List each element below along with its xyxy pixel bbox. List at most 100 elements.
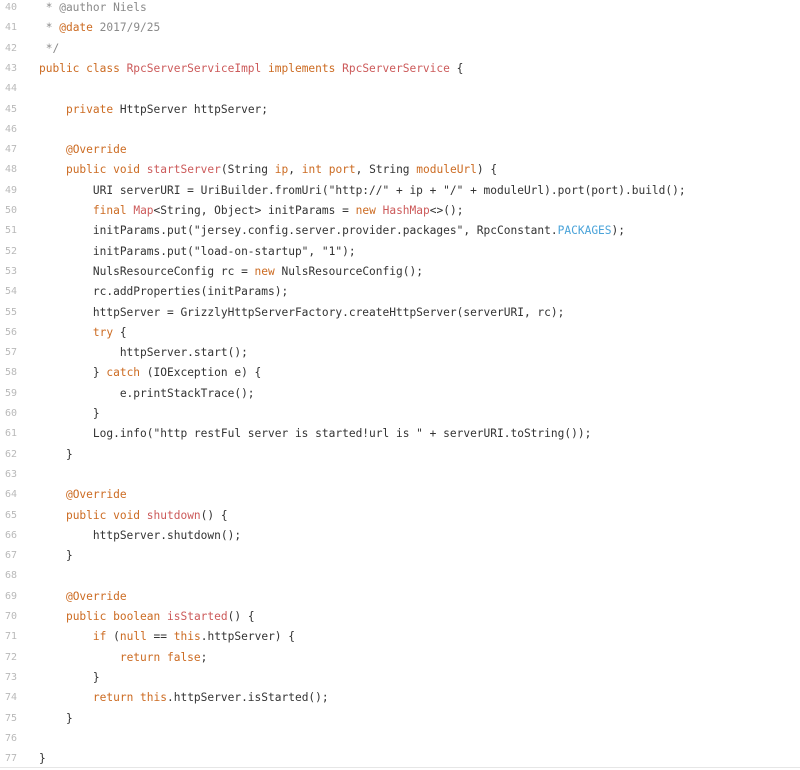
line-number: 72 xyxy=(4,651,17,663)
line-code: @Override xyxy=(39,485,127,505)
code-token: initParams.put("load-on-startup", "1"); xyxy=(39,244,356,258)
code-token: } xyxy=(39,366,107,380)
code-line: 62 } xyxy=(0,445,800,465)
line-number: 71 xyxy=(4,631,17,643)
code-token: } xyxy=(39,752,46,766)
line-code: } xyxy=(39,546,73,566)
code-token: return this xyxy=(92,691,167,705)
line-code: httpServer = GrizzlyHttpServerFactory.cr… xyxy=(39,303,565,323)
line-code: try { xyxy=(39,323,127,343)
line-number: 63 xyxy=(4,468,17,480)
code-token: initParams.put("jersey.config.server.pro… xyxy=(39,224,558,238)
line-number: 66 xyxy=(4,529,17,541)
line-number: 43 xyxy=(4,62,17,74)
line-code: initParams.put("jersey.config.server.pro… xyxy=(39,221,625,241)
code-token: private xyxy=(65,102,114,116)
code-token: return false xyxy=(119,650,201,664)
code-token: { xyxy=(113,325,127,339)
line-number: 44 xyxy=(4,83,17,95)
code-line: 53 NulsResourceConfig rc = new NulsResou… xyxy=(0,262,800,282)
code-line: 51 initParams.put("jersey.config.server.… xyxy=(0,221,800,241)
code-token: 2017/9/25 xyxy=(92,21,161,35)
line-number: 75 xyxy=(4,712,17,724)
line-number: 47 xyxy=(4,144,17,156)
code-token: try xyxy=(92,325,114,339)
code-token: ( xyxy=(106,630,120,644)
code-line: 63 xyxy=(0,465,800,485)
code-token: .httpServer.isStarted(); xyxy=(166,691,329,705)
line-number: 74 xyxy=(4,692,17,704)
code-line: 71 if (null == this.httpServer) { xyxy=(0,627,800,647)
line-code: public boolean isStarted() { xyxy=(39,607,255,627)
line-code: public void shutdown() { xyxy=(39,506,228,526)
line-number: 53 xyxy=(4,265,17,277)
code-token: public void xyxy=(65,163,147,177)
code-token: new xyxy=(254,264,275,278)
code-token: e.printStackTrace(); xyxy=(39,386,255,400)
line-number: 69 xyxy=(4,590,17,602)
line-code: NulsResourceConfig rc = new NulsResource… xyxy=(39,262,423,282)
line-code: return this.httpServer.isStarted(); xyxy=(39,688,329,708)
code-token: } xyxy=(39,711,73,725)
line-number: 62 xyxy=(4,448,17,460)
code-token: */ xyxy=(39,41,60,55)
line-code: httpServer.start(); xyxy=(39,343,248,363)
line-code: } xyxy=(39,749,46,769)
code-token: public void xyxy=(65,508,147,522)
code-line: 77} xyxy=(0,749,800,769)
code-token: == xyxy=(146,630,174,644)
code-token: .httpServer) { xyxy=(200,630,296,644)
code-token: NulsResourceConfig(); xyxy=(274,264,423,278)
code-token: NulsResourceConfig rc = xyxy=(39,264,255,278)
line-code: Log.info("http restFul server is started… xyxy=(39,424,591,444)
line-code: URI serverURI = UriBuilder.fromUri("http… xyxy=(39,181,686,201)
line-number: 56 xyxy=(4,326,17,338)
line-number: 77 xyxy=(4,753,17,765)
code-token: this xyxy=(173,630,201,644)
line-number: 46 xyxy=(4,123,17,135)
line-number: 48 xyxy=(4,164,17,176)
line-code: } catch (IOException e) { xyxy=(39,363,261,383)
code-line: 75 } xyxy=(0,709,800,729)
line-code: return false; xyxy=(39,648,208,668)
code-line: 66 httpServer.shutdown(); xyxy=(0,526,800,546)
line-number: 50 xyxy=(4,205,17,216)
line-number: 76 xyxy=(4,732,17,744)
code-token: isStarted xyxy=(167,610,228,623)
code-token: @Override xyxy=(65,143,127,157)
code-line: 54 rc.addProperties(initParams); xyxy=(0,282,800,302)
code-token: () { xyxy=(227,610,255,623)
code-token: httpServer = GrizzlyHttpServerFactory.cr… xyxy=(39,305,565,319)
code-line: 76 xyxy=(0,729,800,749)
line-number: 54 xyxy=(4,286,17,298)
code-token: ip xyxy=(274,163,289,177)
line-code: } xyxy=(39,709,73,729)
code-line: 44 xyxy=(0,79,800,99)
line-number: 73 xyxy=(4,671,17,683)
line-code: public class RpcServerServiceImpl implem… xyxy=(39,59,463,79)
code-token: catch xyxy=(106,366,141,380)
code-token: port xyxy=(328,163,356,177)
code-token: @Override xyxy=(65,589,127,603)
code-token: HttpServer httpServer; xyxy=(113,102,269,116)
line-code: httpServer.shutdown(); xyxy=(39,526,241,546)
line-code: private HttpServer httpServer; xyxy=(39,100,268,120)
line-number: 40 xyxy=(4,2,17,13)
line-code: * @date 2017/9/25 xyxy=(39,18,161,38)
code-token: Map xyxy=(133,204,154,217)
code-token: () { xyxy=(200,508,228,522)
line-code: */ xyxy=(39,39,59,59)
line-code: e.printStackTrace(); xyxy=(39,384,255,404)
line-code: initParams.put("load-on-startup", "1"); xyxy=(39,242,356,262)
code-line: 40 * @author Niels xyxy=(0,0,800,18)
code-viewer: 40 * @author Niels 41 * @date 2017/9/25 42… xyxy=(0,0,800,770)
code-token: RpcServerServiceImpl xyxy=(126,61,262,75)
code-line: 48 public void startServer(String ip, in… xyxy=(0,160,800,180)
